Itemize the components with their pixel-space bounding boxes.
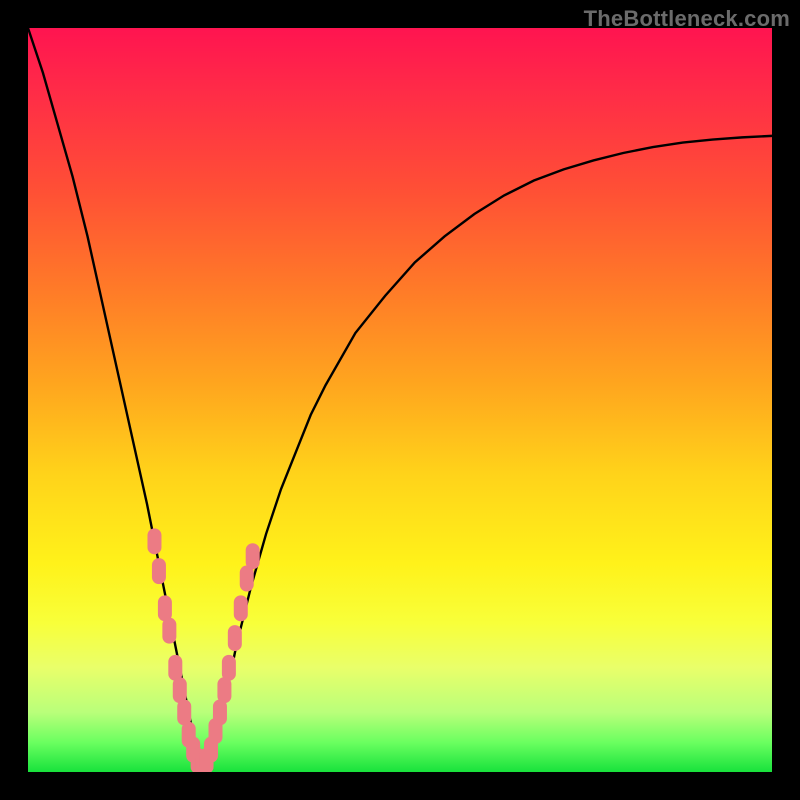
marker-point	[222, 655, 236, 681]
marker-point	[246, 543, 260, 569]
v-curve	[28, 28, 772, 765]
marker-point	[240, 566, 254, 592]
marker-point	[162, 618, 176, 644]
marker-point	[228, 625, 242, 651]
marker-point	[234, 595, 248, 621]
marker-point	[168, 655, 182, 681]
marker-point	[152, 558, 166, 584]
marker-point	[147, 528, 161, 554]
marker-point	[213, 699, 227, 725]
marker-point	[217, 677, 231, 703]
curve-layer	[28, 28, 772, 772]
watermark-text: TheBottleneck.com	[584, 6, 790, 32]
marker-point	[173, 677, 187, 703]
chart-frame: TheBottleneck.com	[0, 0, 800, 800]
marker-group	[147, 528, 259, 772]
marker-point	[158, 595, 172, 621]
plot-area	[28, 28, 772, 772]
marker-point	[177, 699, 191, 725]
